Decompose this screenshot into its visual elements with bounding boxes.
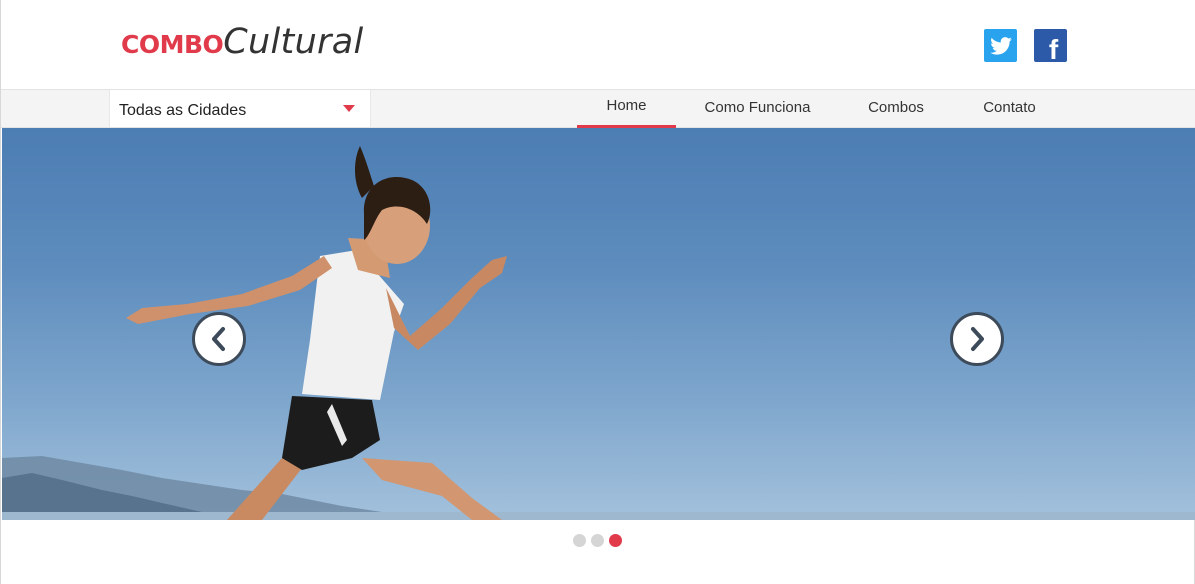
slider-next-button[interactable] (950, 312, 1004, 366)
main-navbar: Todas as Cidades Home Como Funciona Comb… (1, 89, 1195, 129)
twitter-button[interactable] (984, 29, 1017, 62)
twitter-icon (989, 36, 1012, 55)
facebook-button[interactable]: f (1034, 29, 1067, 65)
dropdown-arrow-icon (343, 105, 355, 112)
chevron-left-icon (212, 327, 225, 351)
hero-slider (2, 128, 1195, 520)
slider-prev-button[interactable] (192, 312, 246, 366)
logo-bold-text: COMBO (121, 30, 224, 59)
slider-dot-3[interactable] (609, 534, 622, 547)
slider-dot-1[interactable] (573, 534, 586, 547)
logo-light-text: Cultural (223, 22, 364, 62)
nav-combos-label: Combos (868, 98, 924, 116)
nav-contato-label: Contato (983, 98, 1036, 116)
site-header: COMBO Cultural f (1, 0, 1195, 90)
facebook-icon: f (1048, 33, 1059, 65)
nav-home-label: Home (606, 97, 647, 114)
page-frame: COMBO Cultural f Todas as Cidades Home C… (0, 0, 1195, 584)
slider-dots (573, 534, 622, 547)
chevron-right-icon (971, 327, 984, 351)
city-dropdown-value: Todas as Cidades (119, 102, 247, 119)
nav-home[interactable]: Home (577, 90, 676, 129)
hero-image (2, 146, 1195, 520)
nav-como-funciona-label: Como Funciona (704, 98, 811, 116)
nav-combos[interactable]: Combos (856, 90, 936, 128)
nav-como-funciona[interactable]: Como Funciona (694, 90, 821, 128)
site-logo[interactable]: COMBO Cultural (121, 22, 364, 66)
nav-contato[interactable]: Contato (971, 90, 1048, 128)
city-dropdown[interactable]: Todas as Cidades (109, 90, 371, 127)
slider-dot-2[interactable] (591, 534, 604, 547)
